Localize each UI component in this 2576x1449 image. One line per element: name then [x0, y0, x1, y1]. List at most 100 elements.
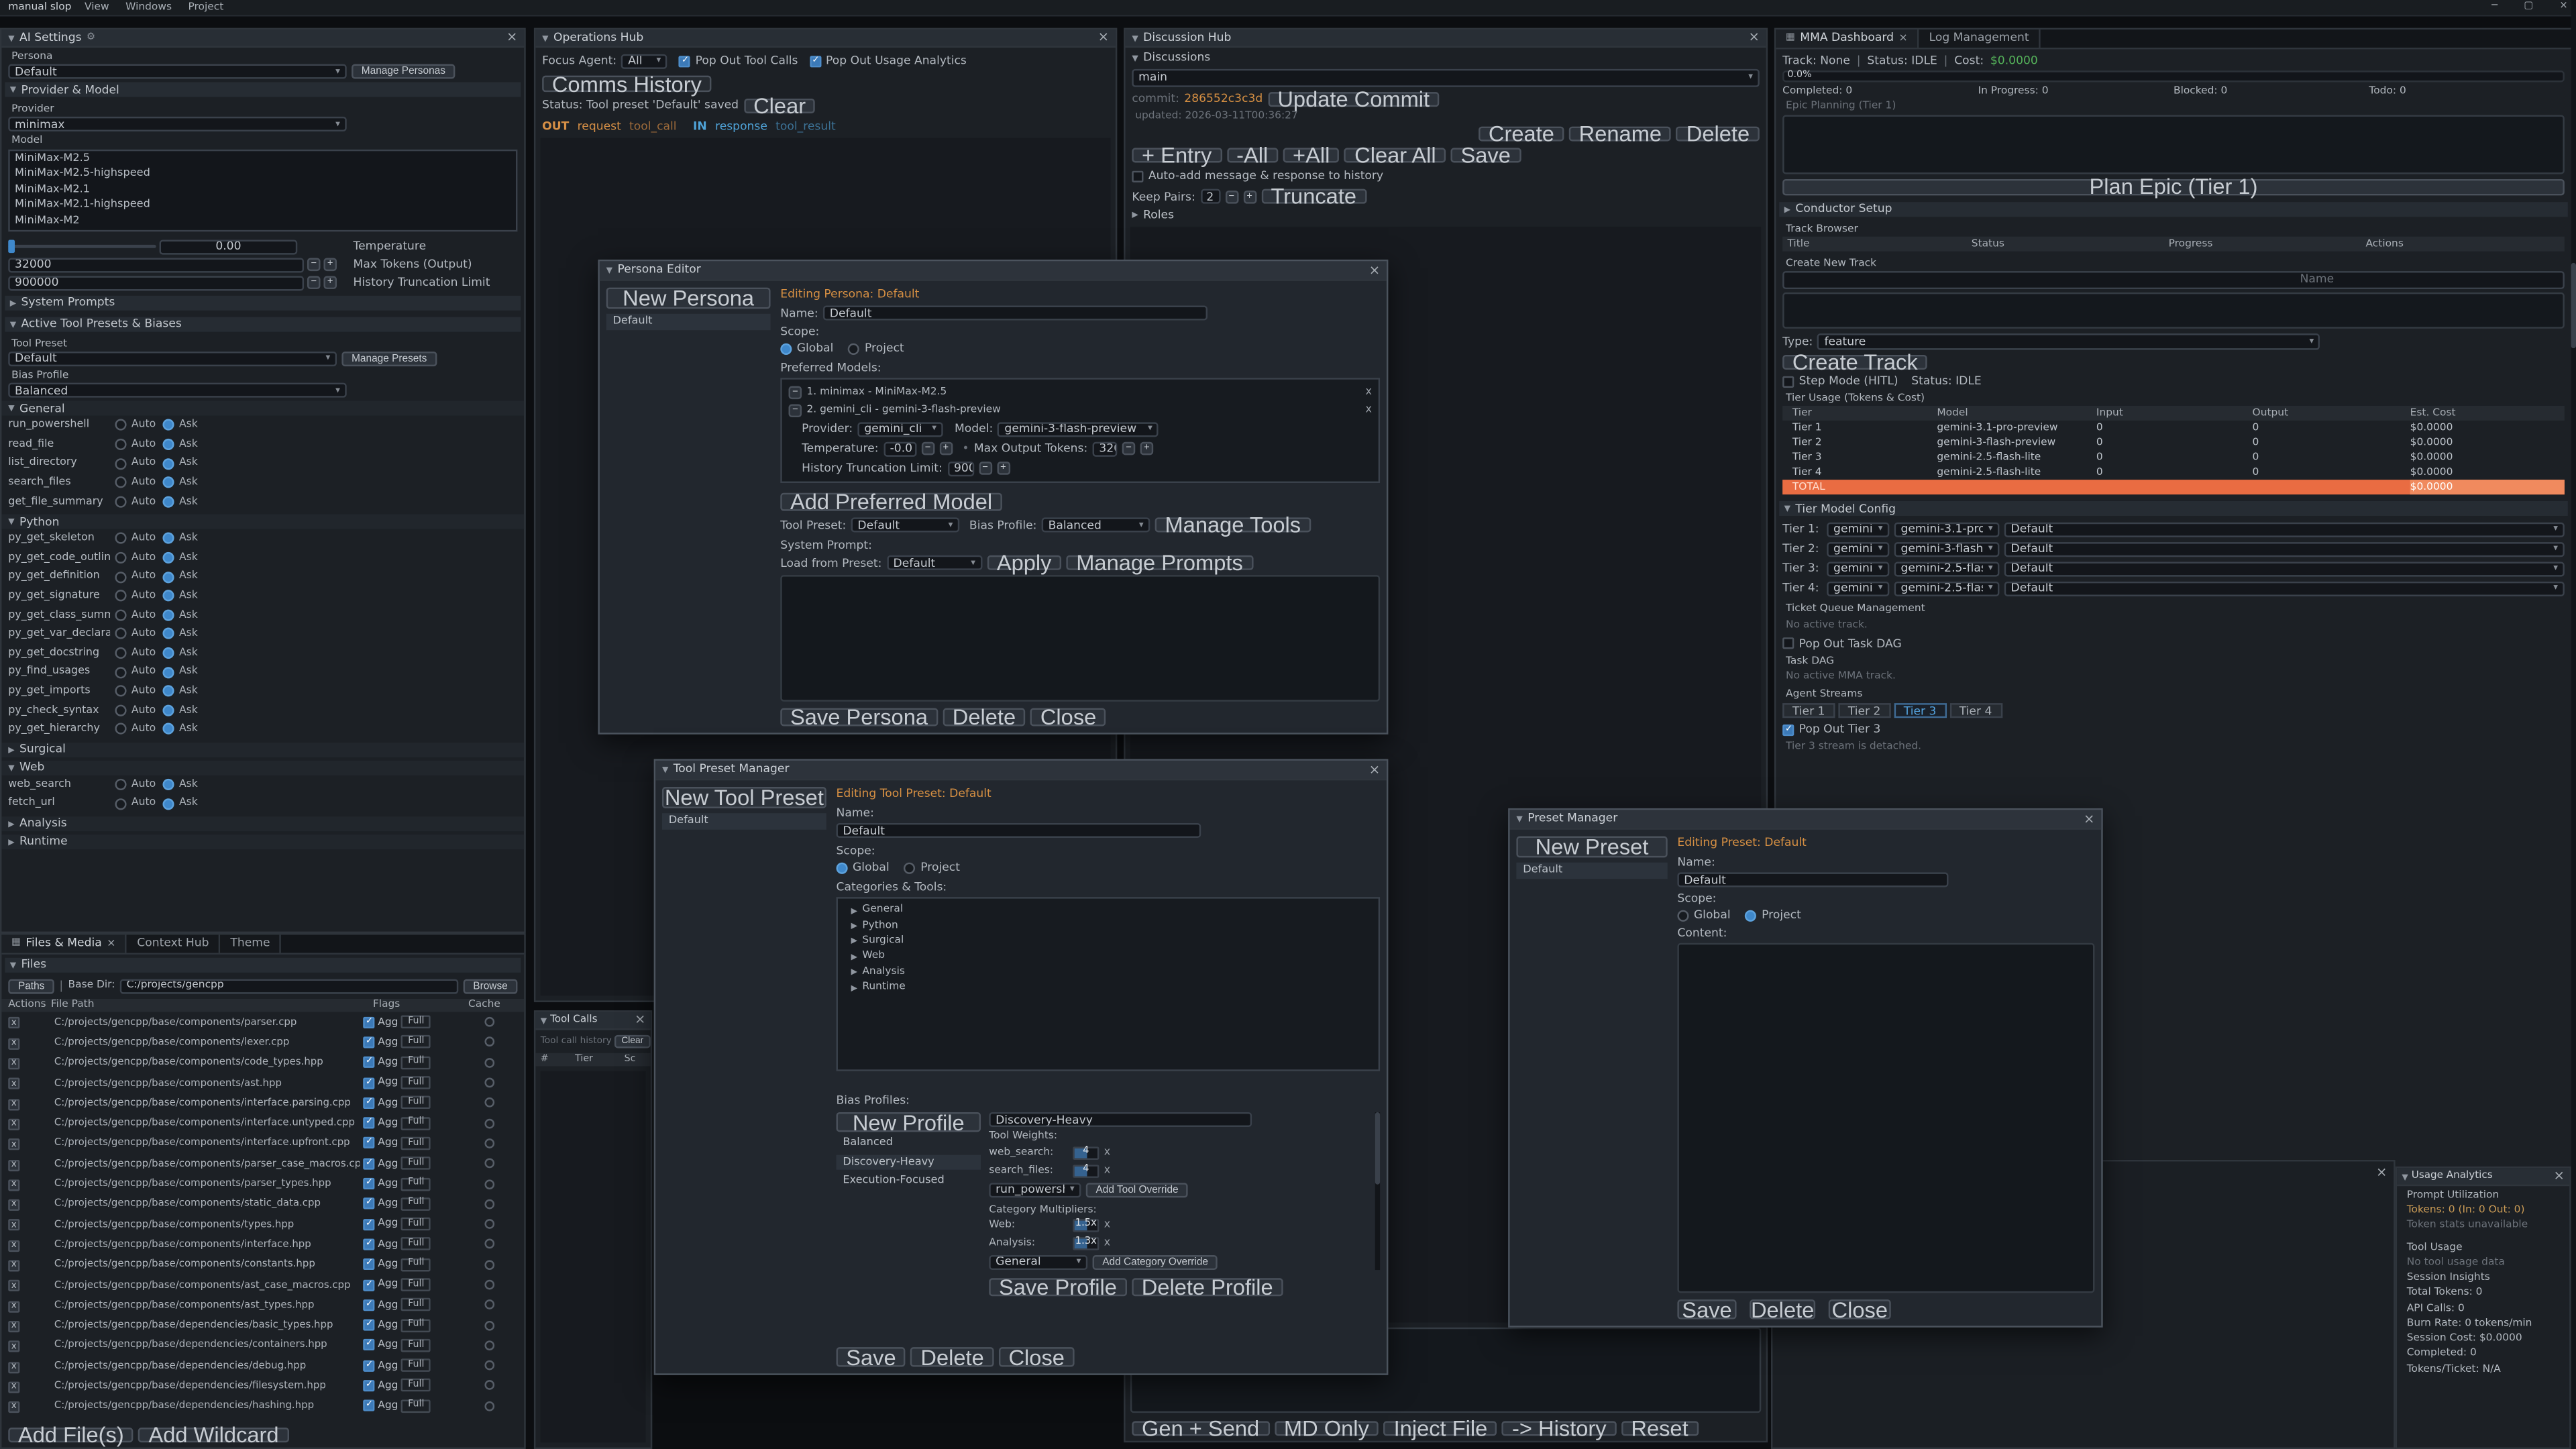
tier-provider-select[interactable]: gemini [1827, 542, 1889, 557]
ask-radio[interactable] [162, 629, 174, 640]
cache-indicator[interactable] [484, 1401, 494, 1411]
remove-model-button[interactable]: − [789, 404, 802, 417]
tool-preset-manager-header[interactable]: Tool Preset Manager × [655, 761, 1387, 780]
keep-pairs-input[interactable]: 2 [1200, 189, 1220, 204]
agg-checkbox[interactable] [363, 1400, 374, 1411]
delete-model-icon[interactable]: x [1365, 404, 1371, 416]
auto-radio[interactable] [115, 723, 126, 735]
preset-name-input[interactable]: Default [1677, 873, 1948, 888]
clear-status-button[interactable]: Clear [743, 99, 815, 113]
agg-checkbox[interactable] [363, 1016, 374, 1028]
tool-preset-name-input[interactable]: Default [837, 823, 1201, 838]
add-files-button[interactable]: Add File(s) [8, 1427, 133, 1442]
pop-out-usage-checkbox[interactable] [810, 56, 821, 67]
profile-scrollbar[interactable] [1375, 1113, 1380, 1271]
scope-project-radio[interactable] [849, 343, 860, 354]
tool-preset-list-item[interactable]: Default [662, 813, 826, 828]
save-persona-button[interactable]: Save Persona [780, 708, 937, 727]
minimize-icon[interactable]: ─ [2491, 2, 2498, 13]
pref-history-input[interactable]: 900000 [947, 461, 973, 476]
add-entry-button[interactable]: + Entry [1132, 148, 1222, 163]
close-dialog-button[interactable]: Close [1829, 1299, 1891, 1319]
ai-settings-header[interactable]: AI Settings ⚙ × [1, 30, 524, 48]
pref-provider-select[interactable]: gemini_cli [858, 422, 943, 437]
focus-agent-select[interactable]: All [621, 54, 667, 69]
gen-send-button[interactable]: Gen + Send [1132, 1420, 1269, 1435]
new-preset-button[interactable]: New Preset [1516, 837, 1667, 858]
ask-radio[interactable] [162, 666, 174, 678]
remove-file-button[interactable]: x [8, 1058, 19, 1069]
weight-value-input[interactable]: 4 [1073, 1164, 1099, 1177]
remove-file-button[interactable]: x [8, 1381, 19, 1393]
ask-radio[interactable] [162, 420, 174, 431]
cache-indicator[interactable] [484, 1037, 494, 1047]
tool-group-python[interactable]: Python [1, 515, 524, 529]
pop-out-dag-checkbox[interactable] [1782, 638, 1794, 649]
cache-indicator[interactable] [484, 1199, 494, 1209]
save-tool-preset-button[interactable]: Save [837, 1347, 906, 1366]
tier-preset-select[interactable]: Default [2004, 581, 2565, 596]
new-persona-button[interactable]: New Persona [606, 288, 771, 309]
delete-discussion-button[interactable]: Delete [1676, 127, 1760, 142]
category-row[interactable]: Web [838, 949, 1379, 964]
full-flag-button[interactable]: Full [401, 1076, 431, 1089]
remove-file-button[interactable]: x [8, 1220, 19, 1231]
base-dir-input[interactable]: C:/projects/gencpp [120, 978, 458, 993]
cache-indicator[interactable] [484, 1078, 494, 1088]
auto-radio[interactable] [115, 571, 126, 582]
category-row[interactable]: Analysis [838, 964, 1379, 979]
auto-radio[interactable] [115, 798, 126, 809]
apply-button[interactable]: Apply [987, 555, 1061, 570]
browse-button[interactable]: Browse [464, 978, 518, 993]
tool-override-select[interactable]: run_powershell [989, 1182, 1081, 1197]
tier-preset-select[interactable]: Default [2004, 561, 2565, 576]
full-flag-button[interactable]: Full [401, 1359, 431, 1373]
persona-bias-profile-select[interactable]: Balanced [1042, 518, 1150, 533]
auto-add-checkbox[interactable] [1132, 170, 1143, 182]
full-flag-button[interactable]: Full [401, 1177, 431, 1191]
provider-model-section[interactable]: Provider & Model [5, 83, 521, 97]
active-presets-section[interactable]: Active Tool Presets & Biases [5, 317, 521, 331]
tab-context-hub[interactable]: Context Hub [127, 934, 221, 953]
remove-file-button[interactable]: x [8, 1159, 19, 1171]
to-history-button[interactable]: -> History [1502, 1420, 1616, 1435]
ask-radio[interactable] [162, 477, 174, 488]
cache-indicator[interactable] [484, 1381, 494, 1391]
agg-checkbox[interactable] [363, 1320, 374, 1331]
menu-item[interactable]: Windows [125, 1, 172, 13]
tool-group-web[interactable]: Web [1, 760, 524, 775]
ask-radio[interactable] [162, 647, 174, 659]
temperature-slider[interactable] [8, 245, 156, 248]
full-flag-button[interactable]: Full [401, 1016, 431, 1029]
close-icon[interactable]: × [1369, 264, 1380, 277]
decrement-button[interactable]: − [307, 258, 321, 272]
truncate-button[interactable]: Truncate [1261, 189, 1366, 204]
full-flag-button[interactable]: Full [401, 1258, 431, 1271]
remove-file-button[interactable]: x [8, 1401, 19, 1413]
pref-max-output-input[interactable]: 32000 [1093, 441, 1118, 456]
profile-item[interactable]: Execution-Focused [837, 1173, 981, 1189]
manage-personas-button[interactable]: Manage Personas [352, 64, 455, 79]
ask-radio[interactable] [162, 496, 174, 507]
scope-global-radio[interactable] [1677, 910, 1688, 921]
remove-multiplier-icon[interactable]: x [1104, 1237, 1110, 1249]
model-option[interactable]: MiniMax-M2.1 [10, 182, 516, 198]
profile-name-input[interactable]: Discovery-Heavy [989, 1113, 1252, 1128]
persona-editor-header[interactable]: Persona Editor × [600, 261, 1387, 280]
tab-log-management[interactable]: Log Management [1919, 30, 2041, 48]
files-section[interactable]: Files [5, 958, 521, 973]
model-option[interactable]: MiniMax-M2.5-highspeed [10, 166, 516, 182]
multiplier-value-input[interactable]: 1.3x [1073, 1236, 1099, 1250]
plan-epic-button[interactable]: Plan Epic (Tier 1) [1782, 178, 2565, 195]
tier-model-select[interactable]: gemini-2.5-flash-lite [1894, 581, 2000, 596]
persona-select[interactable]: Default [8, 64, 346, 79]
tier-preset-select[interactable]: Default [2004, 542, 2565, 557]
tier-preset-select[interactable]: Default [2004, 522, 2565, 537]
remove-file-button[interactable]: x [8, 1199, 19, 1211]
cache-indicator[interactable] [484, 1300, 494, 1310]
md-only-button[interactable]: MD Only [1274, 1420, 1379, 1435]
tier-provider-select[interactable]: gemini [1827, 561, 1889, 576]
operations-hub-header[interactable]: Operations Hub × [535, 30, 1115, 48]
remove-file-button[interactable]: x [8, 1018, 19, 1029]
agg-checkbox[interactable] [363, 1178, 374, 1189]
